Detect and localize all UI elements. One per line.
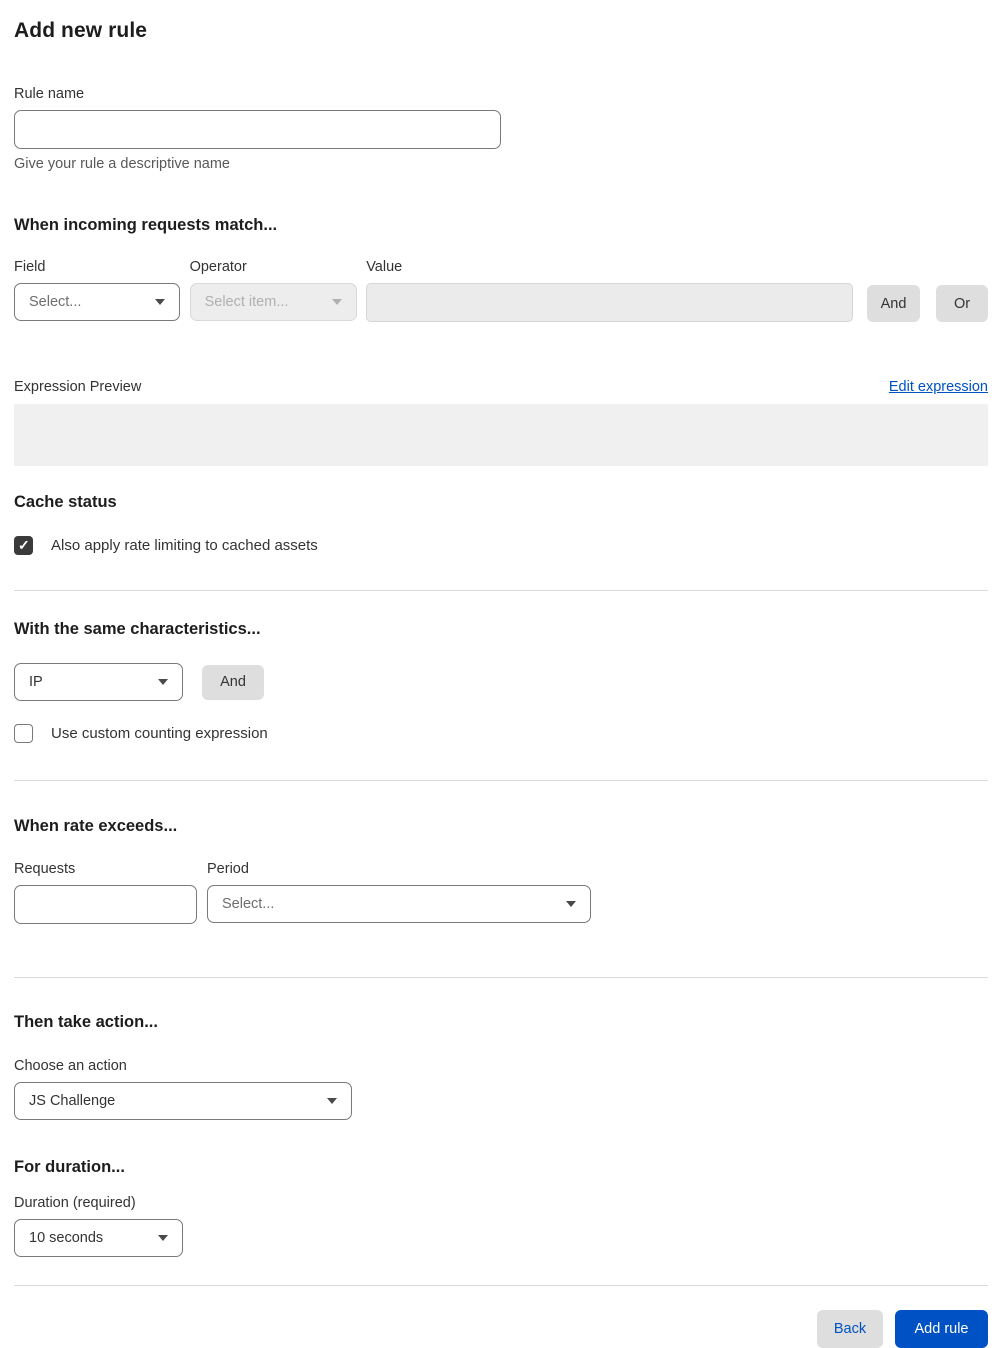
rule-name-input[interactable]	[14, 110, 501, 149]
characteristics-row: IP And	[14, 663, 988, 701]
page-title: Add new rule	[14, 19, 148, 42]
and-button[interactable]: And	[867, 285, 920, 322]
rule-name-helper: Give your rule a descriptive name	[14, 156, 230, 172]
edit-expression-link[interactable]: Edit expression	[889, 379, 988, 395]
divider	[14, 1285, 988, 1286]
divider	[14, 977, 988, 978]
requests-label: Requests	[14, 861, 76, 877]
duration-section: For duration... Duration (required) 10 s…	[14, 1158, 988, 1257]
value-label: Value	[366, 259, 403, 275]
action-block: Choose an action JS Challenge	[14, 1058, 988, 1120]
period-column: Period Select...	[207, 861, 591, 924]
rule-name-label: Rule name	[14, 86, 85, 102]
match-heading: When incoming requests match...	[14, 216, 278, 234]
requests-input[interactable]	[14, 885, 197, 924]
period-label: Period	[207, 861, 249, 877]
back-button[interactable]: Back	[817, 1310, 883, 1348]
field-select-value: Select...	[29, 294, 82, 310]
match-section: When incoming requests match... Field Se…	[14, 216, 988, 466]
characteristic-select[interactable]: IP	[14, 663, 183, 701]
rate-section: When rate exceeds... Requests Period Sel…	[14, 817, 988, 924]
chevron-down-icon	[158, 679, 168, 685]
cache-status-heading: Cache status	[14, 493, 117, 511]
field-select[interactable]: Select...	[14, 283, 180, 321]
custom-counting-checkbox[interactable]: ✓	[14, 724, 33, 743]
duration-heading: For duration...	[14, 1158, 125, 1176]
choose-action-label: Choose an action	[14, 1058, 127, 1074]
period-select[interactable]: Select...	[207, 885, 591, 923]
add-rule-button[interactable]: Add rule	[895, 1310, 988, 1348]
expression-preview-label: Expression Preview	[14, 379, 142, 395]
divider	[14, 780, 988, 781]
action-select[interactable]: JS Challenge	[14, 1082, 352, 1120]
chevron-down-icon	[327, 1098, 337, 1104]
cache-checkbox-row: ✓ Also apply rate limiting to cached ass…	[14, 536, 988, 555]
duration-label: Duration (required)	[14, 1195, 136, 1211]
duration-select[interactable]: 10 seconds	[14, 1219, 183, 1257]
chevron-down-icon	[566, 901, 576, 907]
value-column: Value	[366, 259, 853, 322]
conjunction-buttons: And Or	[867, 259, 988, 322]
rule-name-section: Rule name Give your rule a descriptive n…	[14, 86, 988, 172]
rate-row: Requests Period Select...	[14, 861, 988, 924]
divider	[14, 590, 988, 591]
duration-block: Duration (required) 10 seconds	[14, 1195, 988, 1257]
check-icon: ✓	[18, 537, 30, 553]
value-input[interactable]	[366, 283, 853, 322]
chevron-down-icon	[158, 1235, 168, 1241]
cache-checkbox-label: Also apply rate limiting to cached asset…	[51, 537, 318, 554]
action-section: Then take action... Choose an action JS …	[14, 1013, 988, 1120]
footer-actions: Back Add rule	[14, 1310, 988, 1348]
characteristics-section: With the same characteristics... IP And …	[14, 620, 988, 743]
characteristics-heading: With the same characteristics...	[14, 620, 261, 638]
expression-preview-box	[14, 404, 988, 466]
chevron-down-icon	[332, 299, 343, 305]
duration-select-value: 10 seconds	[29, 1230, 104, 1246]
field-label: Field	[14, 259, 46, 275]
rate-heading: When rate exceeds...	[14, 817, 178, 835]
operator-column: Operator Select item...	[189, 259, 358, 322]
expression-preview-row: Expression Preview Edit expression	[14, 379, 988, 395]
cache-status-section: Cache status ✓ Also apply rate limiting …	[14, 493, 988, 555]
chevron-down-icon	[154, 299, 165, 305]
custom-counting-label: Use custom counting expression	[51, 725, 268, 742]
custom-counting-row: ✓ Use custom counting expression	[14, 724, 988, 743]
action-heading: Then take action...	[14, 1013, 158, 1031]
period-select-value: Select...	[222, 896, 275, 912]
characteristic-select-value: IP	[29, 674, 43, 690]
action-select-value: JS Challenge	[29, 1093, 116, 1109]
requests-column: Requests	[14, 861, 197, 924]
cache-checkbox[interactable]: ✓	[14, 536, 33, 555]
match-builder-row: Field Select... Operator Select item... …	[14, 259, 988, 322]
operator-label: Operator	[189, 259, 247, 275]
field-column: Field Select...	[14, 259, 180, 322]
add-rule-form: Add new rule Rule name Give your rule a …	[0, 0, 1002, 1348]
operator-select[interactable]: Select item...	[189, 283, 358, 321]
operator-select-value: Select item...	[204, 294, 289, 310]
or-button[interactable]: Or	[936, 285, 988, 322]
characteristics-and-button[interactable]: And	[202, 664, 264, 700]
